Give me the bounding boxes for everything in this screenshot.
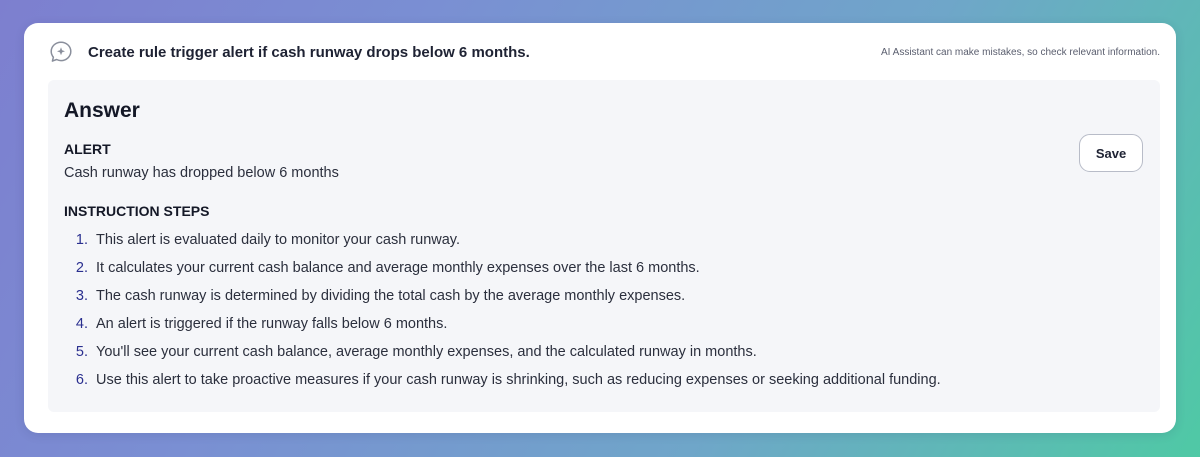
instruction-steps-list: 1. This alert is evaluated daily to moni… [64, 226, 941, 394]
answer-title: Answer [64, 99, 140, 122]
answer-panel: Answer Save ALERT Cash runway has droppe… [48, 80, 1160, 412]
step-number: 3. [75, 288, 88, 304]
instruction-steps-heading: INSTRUCTION STEPS [64, 203, 210, 219]
step-number: 1. [75, 232, 88, 248]
step-number: 4. [75, 316, 88, 332]
step-text: It calculates your current cash balance … [96, 260, 700, 276]
instruction-step: 6. Use this alert to take proactive meas… [64, 366, 941, 394]
step-number: 5. [75, 344, 88, 360]
step-text: An alert is triggered if the runway fall… [96, 316, 448, 332]
assistant-card: Create rule trigger alert if cash runway… [24, 23, 1176, 433]
step-text: You'll see your current cash balance, av… [96, 344, 757, 360]
step-text: This alert is evaluated daily to monitor… [96, 232, 461, 248]
instruction-step: 1. This alert is evaluated daily to moni… [64, 226, 941, 254]
instruction-step: 5. You'll see your current cash balance,… [64, 338, 941, 366]
save-button[interactable]: Save [1079, 134, 1143, 172]
step-number: 6. [75, 372, 88, 388]
prompt-text: Create rule trigger alert if cash runway… [88, 43, 530, 61]
step-text: The cash runway is determined by dividin… [96, 288, 686, 304]
instruction-step: 2. It calculates your current cash balan… [64, 254, 941, 282]
prompt-row: Create rule trigger alert if cash runway… [48, 39, 1160, 65]
disclaimer-text: AI Assistant can make mistakes, so check… [880, 46, 1160, 58]
alert-label: ALERT [64, 141, 111, 157]
instruction-step: 4. An alert is triggered if the runway f… [64, 310, 941, 338]
step-text: Use this alert to take proactive measure… [96, 372, 941, 388]
alert-text: Cash runway has dropped below 6 months [64, 165, 339, 181]
instruction-step: 3. The cash runway is determined by divi… [64, 282, 941, 310]
step-number: 2. [75, 260, 88, 276]
chat-sparkle-icon [50, 41, 72, 62]
